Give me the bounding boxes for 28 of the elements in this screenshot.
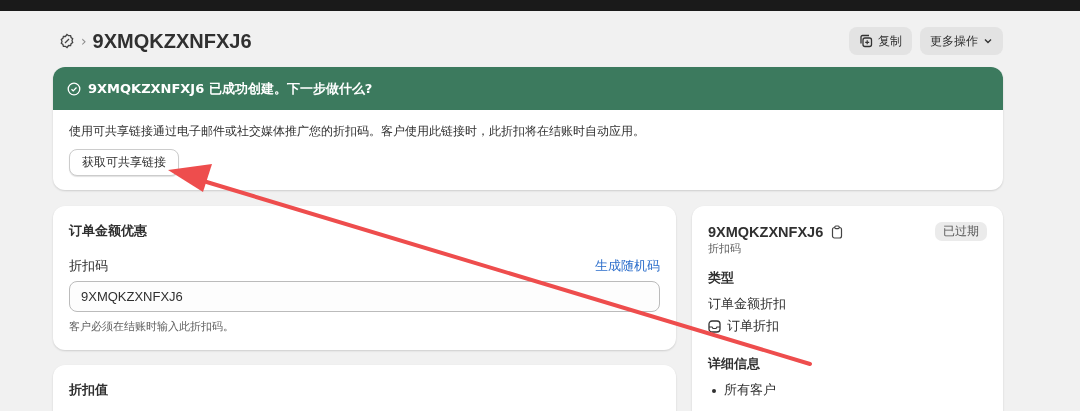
discount-code-field[interactable]: 9XMQKZXNFXJ6 xyxy=(69,281,660,312)
detail-item: 所有客户 xyxy=(724,382,776,399)
breadcrumb-separator: › xyxy=(81,33,87,49)
help-text: 客户必须在结账时输入此折扣码。 xyxy=(69,319,235,334)
banner-title: 9XMQKZXNFXJ6 已成功创建。下一步做什么? xyxy=(88,79,373,98)
section-heading: 详细信息 xyxy=(708,356,761,373)
discount-type: 订单金额折扣 xyxy=(708,296,787,313)
duplicate-button[interactable]: 复制 xyxy=(849,27,912,55)
bullet-icon xyxy=(712,388,716,393)
discount-code: 9XMQKZXNFXJ6 xyxy=(708,223,824,240)
section-heading: 类型 xyxy=(708,270,735,287)
card-title: 订单金额优惠 xyxy=(69,222,148,240)
check-circle-icon xyxy=(67,81,81,96)
status-badge: 已过期 xyxy=(935,222,987,241)
generate-code-link[interactable]: 生成随机码 xyxy=(595,257,660,275)
field-label: 折扣码 xyxy=(69,257,108,275)
type-item: 订单折扣 xyxy=(727,318,779,335)
clipboard-icon[interactable] xyxy=(831,224,844,239)
duplicate-icon xyxy=(859,34,873,48)
tray-icon xyxy=(708,320,721,333)
get-shareable-link-button[interactable]: 获取可共享链接 xyxy=(69,149,179,176)
banner-message: 使用可共享链接通过电子邮件或社交媒体推广您的折扣码。客户使用此链接时，此折扣将在结账时自动应用。 xyxy=(69,123,646,140)
page-title: 9XMQKZXNFXJ6 xyxy=(92,29,252,53)
chevron-down-icon xyxy=(983,36,993,46)
discount-icon[interactable] xyxy=(59,33,75,49)
more-actions-button[interactable]: 更多操作 xyxy=(920,27,1003,55)
code-subtitle: 折扣码 xyxy=(708,241,742,256)
card-title: 折扣值 xyxy=(69,381,109,399)
